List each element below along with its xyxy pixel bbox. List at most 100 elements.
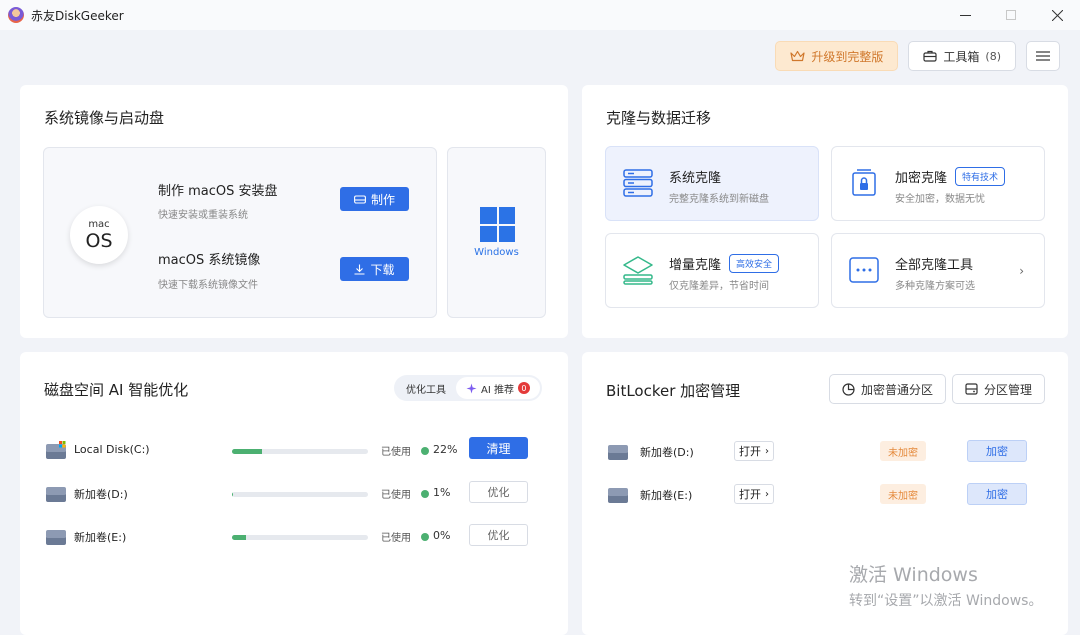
- optimize-tabs: 优化工具 AI 推荐 0: [394, 375, 542, 401]
- status-dot: [421, 447, 429, 455]
- bitlocker-volume-row: 新加卷(D:) 打开 › 未加密 加密: [582, 438, 1068, 466]
- tab-optimize-tool[interactable]: 优化工具: [396, 377, 456, 399]
- toolbox-label: 工具箱: [943, 49, 980, 64]
- chevron-right-icon: ›: [765, 488, 769, 500]
- partition-icon: [965, 383, 978, 395]
- macos-icon-small-text: mac: [88, 218, 110, 230]
- disk-icon: [46, 530, 66, 545]
- disk-optimize-title: 磁盘空间 AI 智能优化: [44, 381, 189, 399]
- tile-system-clone-title: 系统克隆: [669, 171, 722, 186]
- open-volume-button[interactable]: 打开 ›: [734, 441, 774, 461]
- chevron-right-icon: ›: [1019, 264, 1024, 278]
- crown-icon: [790, 50, 805, 62]
- tag-efficient-safe: 高效安全: [729, 254, 780, 273]
- bitlocker-title: BitLocker 加密管理: [606, 382, 741, 400]
- upgrade-button[interactable]: 升级到完整版: [775, 41, 899, 71]
- usage-progress-fill: [232, 535, 246, 540]
- download-button-label: 下载: [370, 262, 395, 277]
- usage-progress-bar: [232, 449, 368, 454]
- usage-progress-bar: [232, 492, 368, 497]
- tile-incremental-clone[interactable]: 增量克隆 高效安全 仅克隆差异，节省时间: [605, 233, 819, 308]
- minimize-icon[interactable]: [942, 0, 988, 30]
- tile-encrypted-clone-title: 加密克隆: [895, 171, 948, 186]
- bitlocker-volume-row: 新加卷(E:) 打开 › 未加密 加密: [582, 481, 1068, 509]
- partition-manage-button[interactable]: 分区管理: [952, 374, 1046, 404]
- clone-title: 克隆与数据迁移: [606, 109, 712, 127]
- windows-label: Windows: [474, 247, 519, 258]
- make-button[interactable]: 制作: [340, 187, 409, 211]
- tile-encrypted-clone[interactable]: 加密克隆 特有技术 安全加密，数据无忧: [831, 146, 1045, 221]
- usage-percent: 22%: [433, 443, 458, 456]
- menu-button[interactable]: [1026, 41, 1060, 71]
- tile-system-clone[interactable]: 系统克隆 完整克隆系统到新磁盘: [605, 146, 819, 221]
- macos-image-title: macOS 系统镜像: [158, 253, 261, 268]
- disk-name: 新加卷(D:): [74, 488, 128, 501]
- optimize-button[interactable]: 优化: [469, 524, 528, 546]
- lock-box-icon: [852, 169, 876, 196]
- app-logo-icon: [8, 7, 24, 23]
- disk-icon: [608, 445, 628, 460]
- drive-icon: [354, 195, 366, 204]
- disk-icon: [608, 488, 628, 503]
- partition-manage-label: 分区管理: [984, 382, 1033, 397]
- disk-row: 新加卷(E:) 已使用 0% 优化: [20, 523, 568, 551]
- disk-row: 新加卷(D:) 已使用 1% 优化: [20, 480, 568, 508]
- server-icon: [623, 169, 653, 197]
- optimize-button[interactable]: 优化: [469, 481, 528, 503]
- open-label: 打开: [739, 488, 761, 501]
- tile-encrypted-clone-subtitle: 安全加密，数据无忧: [895, 194, 985, 205]
- macos-icon: mac OS: [70, 206, 128, 264]
- macos-panel: mac OS 制作 macOS 安装盘 快速安装或重装系统 制作 macOS 系…: [43, 147, 437, 318]
- hamburger-icon: [1036, 51, 1050, 61]
- watermark-line2: 转到“设置”以激活 Windows。: [849, 593, 1043, 609]
- volume-name: 新加卷(D:): [640, 446, 694, 459]
- top-toolbar: 升级到完整版 工具箱 (8): [775, 41, 1060, 71]
- disk-optimize-card: 磁盘空间 AI 智能优化 优化工具 AI 推荐 0 Local Disk(C:)…: [20, 352, 568, 635]
- tab-ai-recommend-label: AI 推荐: [481, 384, 514, 396]
- clean-button[interactable]: 清理: [469, 437, 528, 459]
- used-label: 已使用: [381, 447, 411, 458]
- usage-progress-fill: [232, 492, 234, 497]
- toolbox-icon: [923, 50, 937, 62]
- status-dot: [421, 490, 429, 498]
- used-label: 已使用: [381, 490, 411, 501]
- tile-all-clone-tools-title: 全部克隆工具: [895, 258, 974, 273]
- chevron-right-icon: ›: [765, 445, 769, 457]
- make-installer-subtitle: 快速安装或重装系统: [158, 210, 248, 221]
- pie-chart-icon: [842, 382, 855, 396]
- window-controls: [942, 0, 1080, 30]
- toolbox-count: (8): [985, 49, 1001, 63]
- system-image-card: 系统镜像与启动盘 mac OS 制作 macOS 安装盘 快速安装或重装系统 制…: [20, 85, 568, 338]
- tile-all-clone-tools[interactable]: 全部克隆工具 多种克隆方案可选 ›: [831, 233, 1045, 308]
- status-dot: [421, 533, 429, 541]
- encryption-status-badge: 未加密: [880, 484, 926, 504]
- tile-all-clone-tools-subtitle: 多种克隆方案可选: [895, 281, 975, 292]
- make-installer-title: 制作 macOS 安装盘: [158, 184, 278, 199]
- disk-name: 新加卷(E:): [74, 531, 127, 544]
- toolbox-button[interactable]: 工具箱 (8): [908, 41, 1016, 71]
- sparkle-icon: [466, 383, 477, 393]
- usage-percent: 0%: [433, 529, 451, 542]
- make-button-label: 制作: [370, 192, 395, 207]
- encrypt-button[interactable]: 加密: [967, 483, 1027, 505]
- clone-card: 克隆与数据迁移 系统克隆 完整克隆系统到新磁盘 加密克隆 特有技术 安全加密，数…: [582, 85, 1068, 338]
- macos-icon-big-text: OS: [85, 229, 113, 252]
- usage-percent: 1%: [433, 486, 451, 499]
- download-button[interactable]: 下载: [340, 257, 409, 281]
- close-icon[interactable]: [1034, 0, 1080, 30]
- disk-icon: [46, 487, 66, 502]
- macos-image-subtitle: 快速下载系统镜像文件: [158, 280, 258, 291]
- upgrade-label: 升级到完整版: [811, 49, 884, 64]
- more-tools-icon: [849, 257, 879, 283]
- maximize-icon[interactable]: [988, 0, 1034, 30]
- tag-unique-tech: 特有技术: [955, 167, 1006, 186]
- encryption-status-badge: 未加密: [880, 441, 926, 461]
- encrypt-partition-button[interactable]: 加密普通分区: [829, 374, 947, 404]
- tab-ai-recommend[interactable]: AI 推荐 0: [456, 377, 540, 399]
- windows-panel[interactable]: Windows: [447, 147, 546, 318]
- encrypt-button[interactable]: 加密: [967, 440, 1027, 462]
- usage-progress-fill: [232, 449, 262, 454]
- layers-icon: [623, 256, 653, 285]
- title-bar: 赤友DiskGeeker: [0, 0, 1080, 30]
- open-volume-button[interactable]: 打开 ›: [734, 484, 774, 504]
